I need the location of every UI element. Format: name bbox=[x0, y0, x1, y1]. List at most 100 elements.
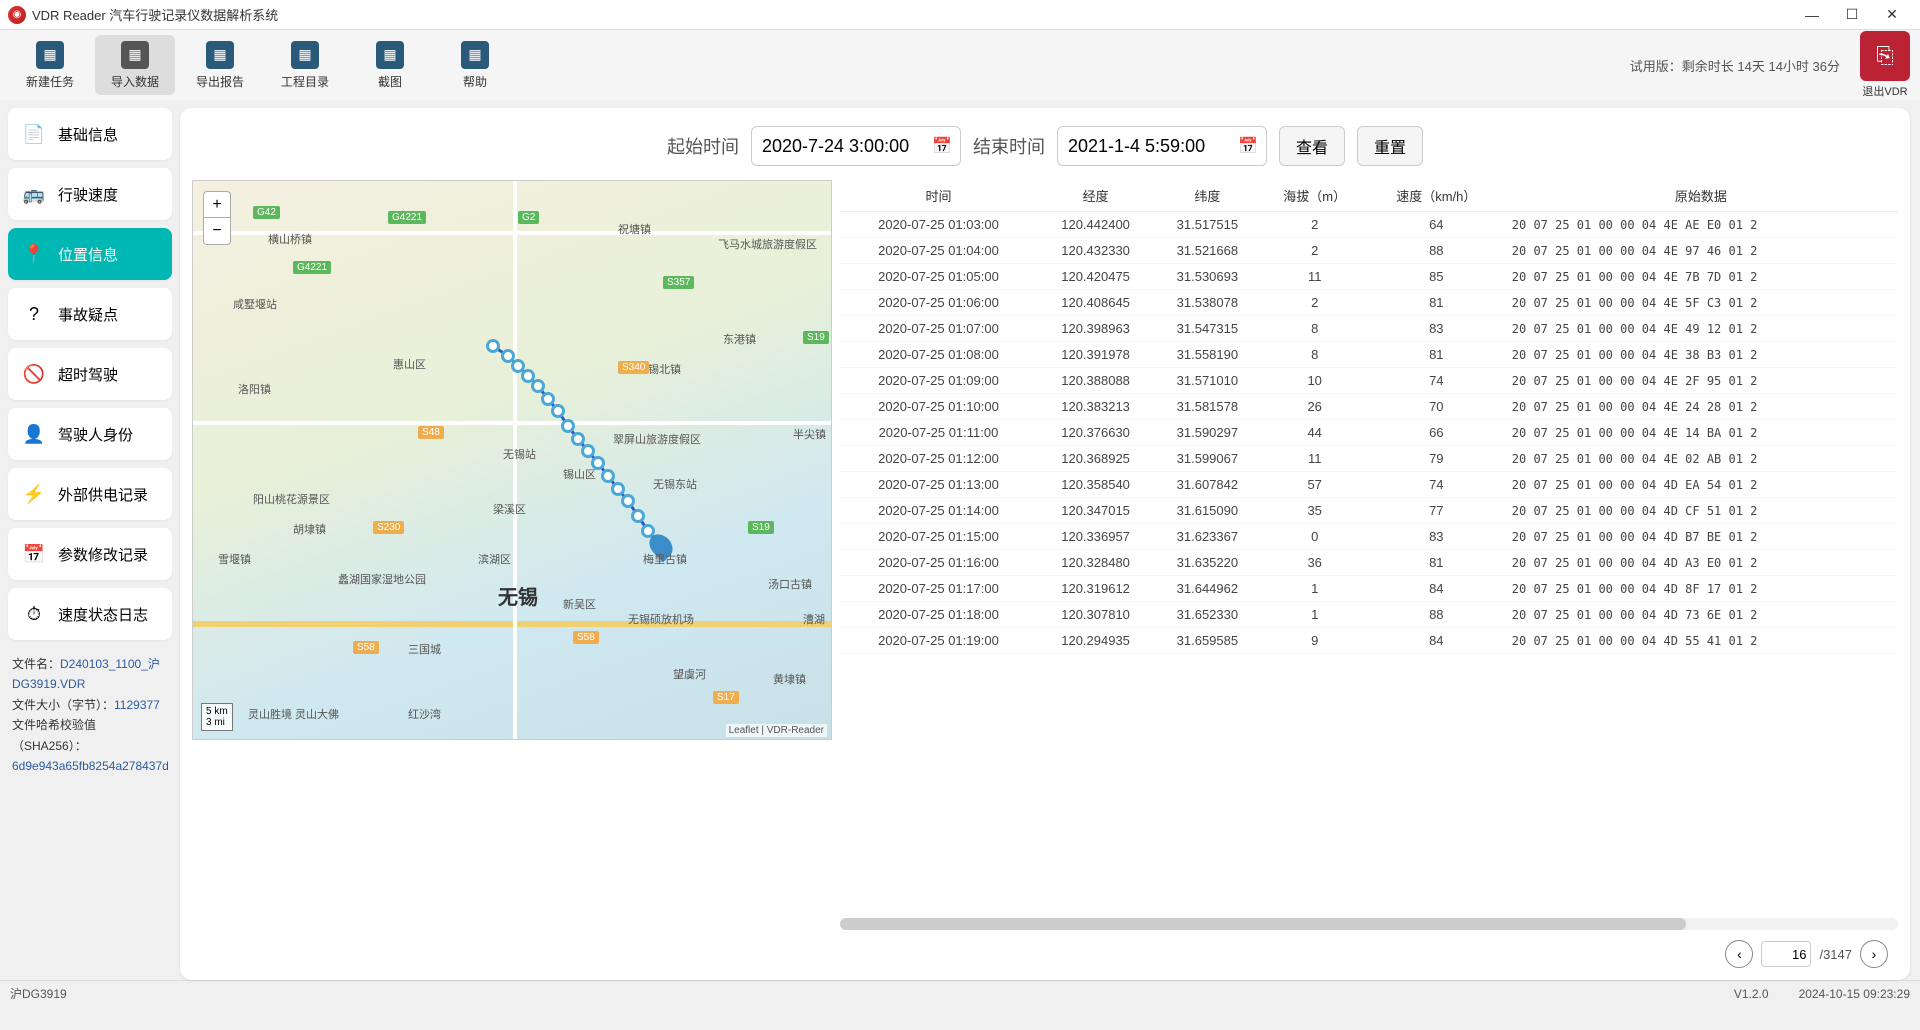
road-badge: G4221 bbox=[388, 211, 426, 224]
road-badge: S357 bbox=[663, 276, 694, 289]
track-point[interactable] bbox=[621, 494, 635, 508]
toolbar: ▦新建任务▦导入数据▦导出报告▦工程目录▦截图▦帮助 试用版：剩余时长 14天 … bbox=[0, 30, 1920, 100]
road-badge: G42 bbox=[253, 206, 280, 219]
map-label: 三国城 bbox=[408, 641, 441, 657]
calendar-icon: 📅 bbox=[932, 136, 952, 156]
map-label: 祝塘镇 bbox=[618, 221, 651, 237]
screenshot-icon: ▦ bbox=[376, 41, 404, 69]
toolbar-screenshot[interactable]: ▦截图 bbox=[350, 35, 430, 95]
road-badge: S58 bbox=[573, 631, 599, 644]
column-header: 海拔（m） bbox=[1261, 180, 1369, 212]
track-point[interactable] bbox=[531, 379, 545, 393]
table-row[interactable]: 2020-07-25 01:07:00120.39896331.54731588… bbox=[840, 316, 1898, 342]
map-label: 锡北镇 bbox=[648, 361, 681, 377]
map-label: 梅里古镇 bbox=[643, 551, 687, 567]
filter-row: 起始时间 2020-7-24 3:00:00 📅 结束时间 2021-1-4 5… bbox=[192, 120, 1898, 180]
table-row[interactable]: 2020-07-25 01:06:00120.40864531.53807828… bbox=[840, 290, 1898, 316]
page-input[interactable] bbox=[1761, 941, 1811, 967]
map-label: 飞马水城旅游度假区 bbox=[718, 236, 817, 252]
close-button[interactable]: ✕ bbox=[1872, 1, 1912, 29]
overtime-icon: 🚫 bbox=[22, 362, 46, 386]
map-label: 黄埭镇 bbox=[773, 671, 806, 687]
sidebar: 📄基础信息 🚌行驶速度 📍位置信息 ?事故疑点 🚫超时驾驶 👤驾驶人身份 ⚡外部供电记录 📅参… bbox=[0, 100, 180, 980]
map-label: 惠山区 bbox=[393, 356, 426, 372]
app-title: VDR Reader 汽车行驶记录仪数据解析系统 bbox=[32, 5, 1792, 24]
toolbar-project-dir[interactable]: ▦工程目录 bbox=[265, 35, 345, 95]
map-panel[interactable]: 无锡 + − 5 km3 mi Leaflet | VDR-Reader 惠山区… bbox=[192, 180, 832, 740]
track-point[interactable] bbox=[551, 404, 565, 418]
map-label: 无锡站 bbox=[503, 446, 536, 462]
table-row[interactable]: 2020-07-25 01:18:00120.30781031.65233018… bbox=[840, 602, 1898, 628]
table-row[interactable]: 2020-07-25 01:14:00120.34701531.61509035… bbox=[840, 498, 1898, 524]
table-scroll[interactable]: 时间经度纬度海拔（m）速度（km/h）原始数据 2020-07-25 01:03… bbox=[840, 180, 1898, 914]
sidebar-item-speedlog[interactable]: ⏱速度状态日志 bbox=[8, 588, 172, 640]
sidebar-item-driver[interactable]: 👤驾驶人身份 bbox=[8, 408, 172, 460]
scale-bar: 5 km3 mi bbox=[201, 703, 233, 731]
road-badge: S340 bbox=[618, 361, 649, 374]
table-row[interactable]: 2020-07-25 01:16:00120.32848031.63522036… bbox=[840, 550, 1898, 576]
track-point[interactable] bbox=[486, 339, 500, 353]
sidebar-item-basic-info[interactable]: 📄基础信息 bbox=[8, 108, 172, 160]
sidebar-item-overtime[interactable]: 🚫超时驾驶 bbox=[8, 348, 172, 400]
toolbar-export-report[interactable]: ▦导出报告 bbox=[180, 35, 260, 95]
table-row[interactable]: 2020-07-25 01:12:00120.36892531.59906711… bbox=[840, 446, 1898, 472]
next-page-button[interactable]: › bbox=[1860, 940, 1888, 968]
table-row[interactable]: 2020-07-25 01:13:00120.35854031.60784257… bbox=[840, 472, 1898, 498]
track-point[interactable] bbox=[541, 392, 555, 406]
table-row[interactable]: 2020-07-25 01:19:00120.29493531.65958598… bbox=[840, 628, 1898, 654]
track-point[interactable] bbox=[601, 469, 615, 483]
map-label: 望虞河 bbox=[673, 666, 706, 682]
table-row[interactable]: 2020-07-25 01:08:00120.39197831.55819088… bbox=[840, 342, 1898, 368]
help-icon: ▦ bbox=[461, 41, 489, 69]
map-label: 阳山桃花源景区 bbox=[253, 491, 330, 507]
start-time-input[interactable]: 2020-7-24 3:00:00 📅 bbox=[751, 126, 961, 166]
end-time-input[interactable]: 2021-1-4 5:59:00 📅 bbox=[1057, 126, 1267, 166]
map-label: 无锡硕放机场 bbox=[628, 611, 694, 627]
table-row[interactable]: 2020-07-25 01:04:00120.43233031.52166828… bbox=[840, 238, 1898, 264]
file-info: 文件名：D240103_1100_沪DG3919.VDR 文件大小（字节）：11… bbox=[8, 648, 172, 782]
sidebar-item-speed[interactable]: 🚌行驶速度 bbox=[8, 168, 172, 220]
new-task-icon: ▦ bbox=[36, 41, 64, 69]
toolbar-new-task[interactable]: ▦新建任务 bbox=[10, 35, 90, 95]
road-badge: S230 bbox=[373, 521, 404, 534]
accident-icon: ? bbox=[22, 302, 46, 326]
table-row[interactable]: 2020-07-25 01:05:00120.42047531.53069311… bbox=[840, 264, 1898, 290]
track-point[interactable] bbox=[631, 509, 645, 523]
exit-button[interactable]: ⎘ 退出VDR bbox=[1860, 31, 1910, 99]
titlebar: ◉ VDR Reader 汽车行驶记录仪数据解析系统 — ☐ ✕ bbox=[0, 0, 1920, 30]
table-row[interactable]: 2020-07-25 01:09:00120.38808831.57101010… bbox=[840, 368, 1898, 394]
map-label: 洛阳镇 bbox=[238, 381, 271, 397]
reset-button[interactable]: 重置 bbox=[1357, 126, 1423, 166]
table-row[interactable]: 2020-07-25 01:03:00120.44240031.51751526… bbox=[840, 212, 1898, 238]
app-icon: ◉ bbox=[8, 6, 26, 24]
horizontal-scrollbar[interactable] bbox=[840, 918, 1898, 930]
map-label: 咸墅堰站 bbox=[233, 296, 277, 312]
map-label: 雪堰镇 bbox=[218, 551, 251, 567]
toolbar-help[interactable]: ▦帮助 bbox=[435, 35, 515, 95]
road-badge: G4221 bbox=[293, 261, 331, 274]
sidebar-item-accident[interactable]: ?事故疑点 bbox=[8, 288, 172, 340]
maximize-button[interactable]: ☐ bbox=[1832, 1, 1872, 29]
track-point[interactable] bbox=[611, 482, 625, 496]
sidebar-item-location[interactable]: 📍位置信息 bbox=[8, 228, 172, 280]
track-point[interactable] bbox=[581, 444, 595, 458]
map-label: 灵山胜境 灵山大佛 bbox=[248, 706, 339, 722]
table-row[interactable]: 2020-07-25 01:15:00120.33695731.62336708… bbox=[840, 524, 1898, 550]
speedlog-icon: ⏱ bbox=[22, 602, 46, 626]
content-panel: 起始时间 2020-7-24 3:00:00 📅 结束时间 2021-1-4 5… bbox=[180, 108, 1910, 980]
sidebar-item-power[interactable]: ⚡外部供电记录 bbox=[8, 468, 172, 520]
prev-page-button[interactable]: ‹ bbox=[1725, 940, 1753, 968]
table-row[interactable]: 2020-07-25 01:11:00120.37663031.59029744… bbox=[840, 420, 1898, 446]
sidebar-item-param[interactable]: 📅参数修改记录 bbox=[8, 528, 172, 580]
view-button[interactable]: 查看 bbox=[1279, 126, 1345, 166]
location-icon: 📍 bbox=[22, 242, 46, 266]
power-icon: ⚡ bbox=[22, 482, 46, 506]
page-total: /3147 bbox=[1819, 947, 1852, 962]
table-row[interactable]: 2020-07-25 01:10:00120.38321331.58157826… bbox=[840, 394, 1898, 420]
track-point[interactable] bbox=[561, 419, 575, 433]
map-label: 新吴区 bbox=[563, 596, 596, 612]
track-point[interactable] bbox=[571, 432, 585, 446]
toolbar-import-data[interactable]: ▦导入数据 bbox=[95, 35, 175, 95]
table-row[interactable]: 2020-07-25 01:17:00120.31961231.64496218… bbox=[840, 576, 1898, 602]
minimize-button[interactable]: — bbox=[1792, 1, 1832, 29]
